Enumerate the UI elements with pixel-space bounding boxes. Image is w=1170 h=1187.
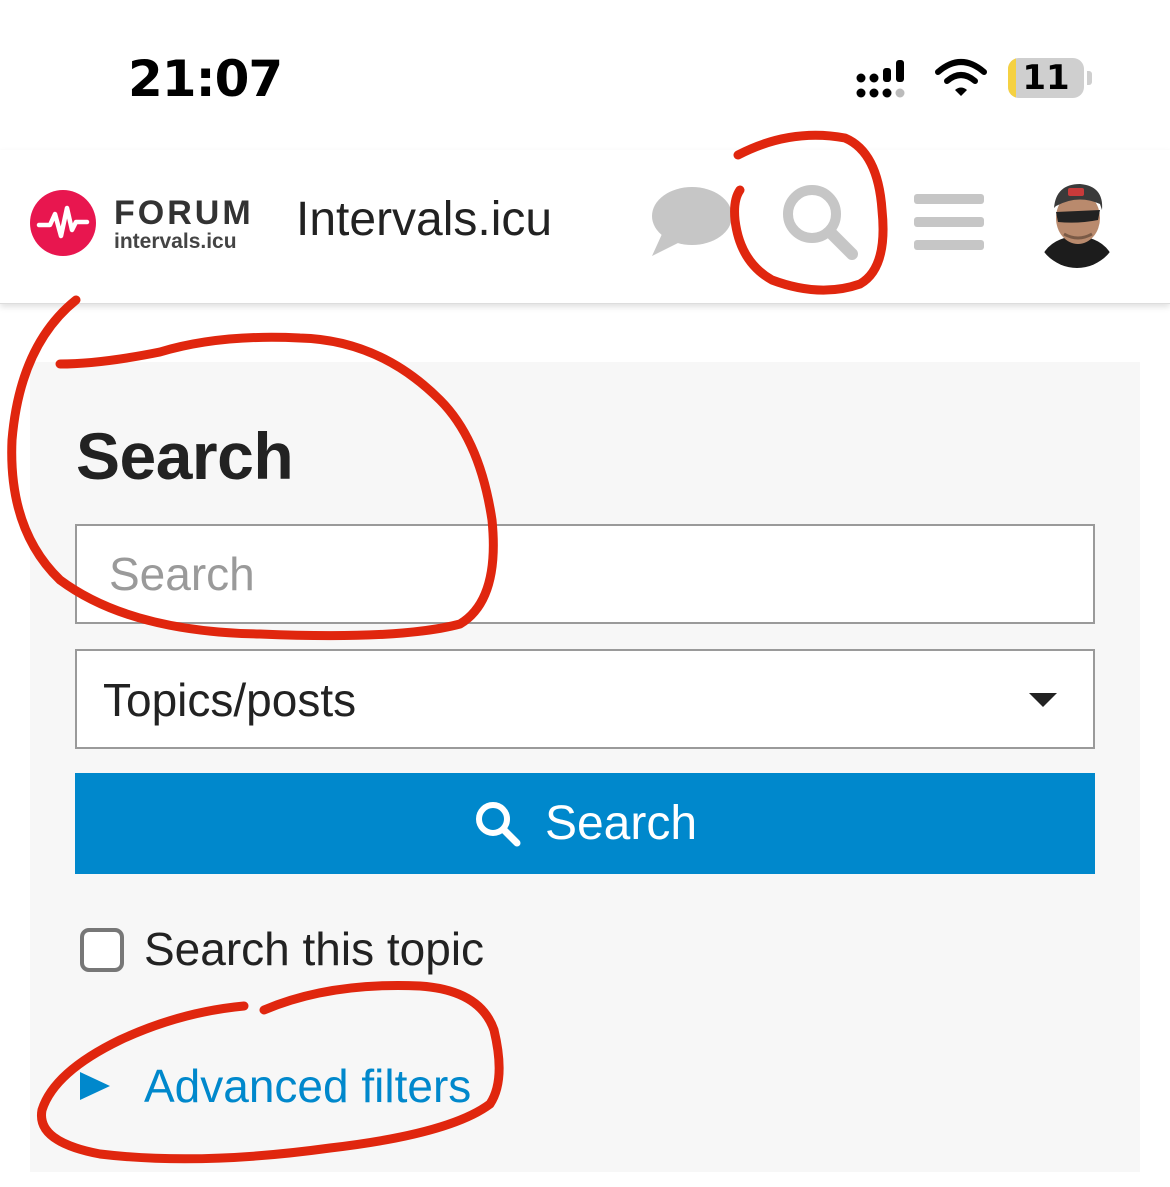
search-panel: Search Topics/posts Search Search this t… xyxy=(30,362,1140,1172)
cellular-signal-icon xyxy=(856,60,905,98)
forum-header: FORUM intervals.icu Intervals.icu xyxy=(0,150,1170,304)
battery-level: 11 xyxy=(1022,58,1070,98)
search-icon xyxy=(475,801,521,846)
advanced-filters-label: Advanced filters xyxy=(144,1060,472,1112)
search-button-label: Search xyxy=(544,797,698,850)
search-input[interactable] xyxy=(75,524,1095,624)
wifi-icon xyxy=(935,59,987,96)
search-this-topic-label[interactable]: Search this topic xyxy=(144,922,484,976)
disclosure-triangle-icon xyxy=(80,1072,110,1100)
site-title[interactable]: Intervals.icu xyxy=(296,192,552,247)
advanced-filters-toggle[interactable]: Advanced filters xyxy=(80,1058,471,1114)
chevron-down-icon xyxy=(1029,693,1057,707)
search-this-topic-checkbox[interactable] xyxy=(80,928,124,972)
search-scope-select[interactable]: Topics/posts xyxy=(75,649,1095,749)
page-title: Search xyxy=(76,419,294,493)
logo-subtitle: intervals.icu xyxy=(114,230,237,253)
search-scope-value: Topics/posts xyxy=(103,674,357,726)
search-icon[interactable] xyxy=(778,180,862,264)
battery-icon: 11 xyxy=(1008,58,1092,98)
user-avatar[interactable] xyxy=(1034,178,1120,268)
hamburger-menu-icon[interactable] xyxy=(914,190,984,254)
chat-icon[interactable] xyxy=(648,186,732,258)
status-time: 21:07 xyxy=(128,50,283,108)
search-button[interactable]: Search xyxy=(75,773,1095,874)
forum-logo-icon[interactable] xyxy=(30,190,96,256)
logo-title: FORUM xyxy=(114,194,254,232)
